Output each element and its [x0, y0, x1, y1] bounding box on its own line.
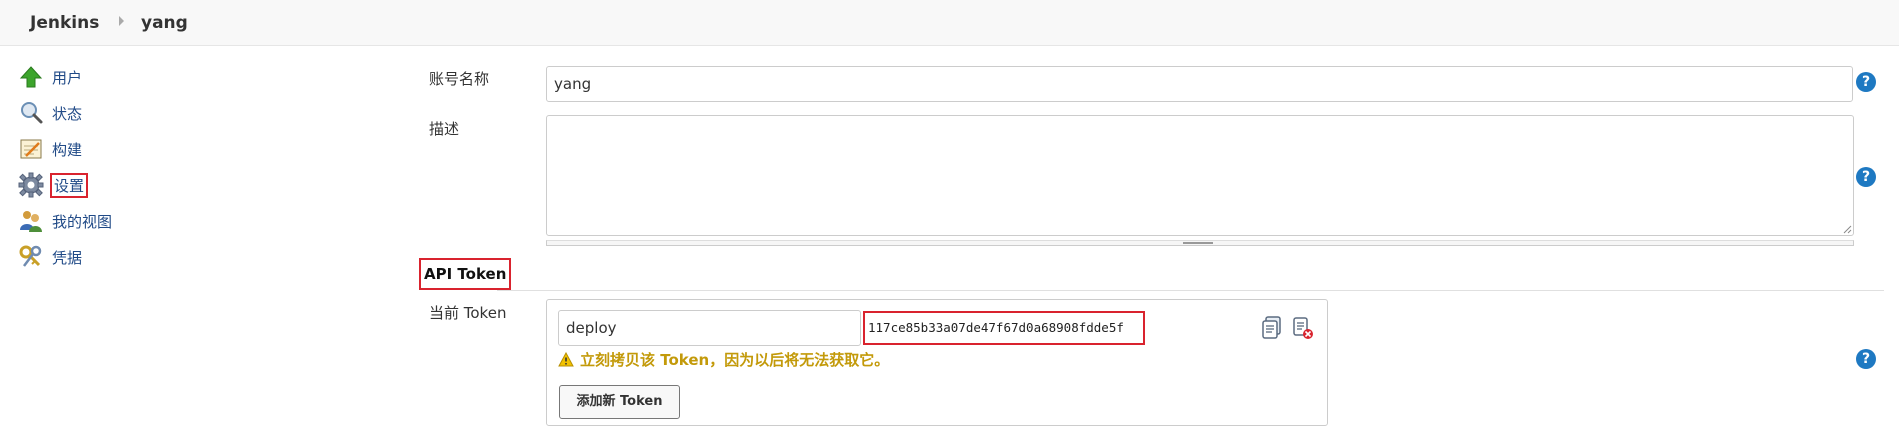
notepad-icon	[20, 139, 42, 159]
sidebar-item-label: 设置	[50, 172, 89, 198]
help-icon[interactable]: ?	[1856, 72, 1876, 92]
account-name-label: 账号名称	[429, 70, 490, 88]
sidebar-item-label: 我的视图	[52, 212, 113, 231]
sidebar-item-builds[interactable]: 构建	[18, 135, 84, 163]
description-textarea[interactable]	[546, 115, 1854, 236]
up-arrow-icon	[19, 66, 43, 88]
breadcrumb-jenkins-link[interactable]: Jenkins	[30, 13, 99, 33]
help-icon[interactable]: ?	[1856, 167, 1876, 187]
keys-icon	[19, 245, 42, 267]
token-warning: 立刻拷贝该 Token，因为以后将无法获取它。	[558, 349, 889, 370]
resize-grip-icon[interactable]	[1842, 224, 1852, 234]
revoke-token-icon[interactable]	[1292, 316, 1314, 340]
sidebar-item-label: 凭据	[52, 248, 83, 267]
sidebar-item-label: 构建	[52, 140, 83, 159]
sidebar-item-label: 状态	[52, 104, 83, 123]
description-label: 描述	[429, 120, 460, 138]
gear-icon	[18, 172, 44, 198]
help-icon[interactable]: ?	[1856, 349, 1876, 369]
current-token-label: 当前 Token	[429, 304, 507, 322]
warning-icon	[558, 352, 574, 367]
people-icon	[20, 211, 42, 232]
sidebar-item-my-views[interactable]: 我的视图	[18, 207, 114, 235]
breadcrumb-separator-icon[interactable]	[119, 16, 124, 26]
sidebar-item-configure[interactable]: 设置	[18, 171, 89, 199]
textarea-resize-bar[interactable]	[546, 240, 1854, 246]
resize-handle-icon	[1183, 242, 1213, 244]
copy-icon[interactable]	[1261, 316, 1283, 340]
breadcrumb-user-link[interactable]: yang	[141, 13, 188, 33]
token-warning-text: 立刻拷贝该 Token，因为以后将无法获取它。	[580, 351, 890, 369]
sidebar-item-label: 用户	[52, 68, 83, 87]
section-divider	[497, 290, 1884, 291]
sidebar-item-credentials[interactable]: 凭据	[18, 243, 84, 271]
breadcrumb-bar: Jenkins yang	[0, 0, 1899, 46]
account-name-input[interactable]: yang	[546, 66, 1853, 102]
token-value-field[interactable]: 117ce85b33a07de47f67d0a68908fdde5f	[863, 311, 1145, 345]
token-name-input[interactable]: deploy	[558, 310, 861, 346]
section-title-api-token: API Token	[419, 258, 512, 290]
sidebar-item-people[interactable]: 用户	[18, 63, 84, 91]
add-new-token-button[interactable]: 添加新 Token	[559, 385, 680, 419]
magnifier-icon	[21, 102, 43, 124]
sidebar-item-status[interactable]: 状态	[18, 99, 84, 127]
